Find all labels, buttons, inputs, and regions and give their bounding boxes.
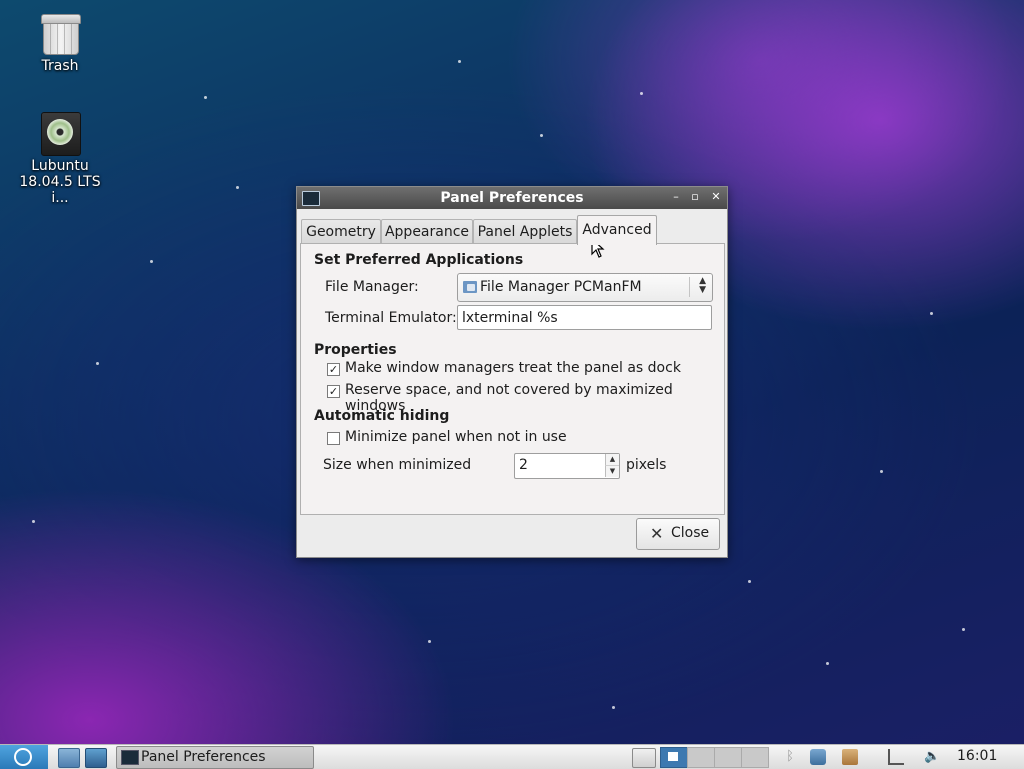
terminal-input[interactable]	[457, 305, 712, 330]
star	[150, 260, 153, 263]
desktop-icon-label: Trash	[41, 58, 79, 74]
star	[748, 580, 751, 583]
keyboard-layout-icon[interactable]	[888, 749, 904, 765]
tab-appearance[interactable]: Appearance	[381, 219, 473, 244]
file-manager-combo[interactable]: File Manager PCManFM ▲ ▼	[457, 273, 713, 302]
spin-up-icon[interactable]: ▲	[605, 454, 619, 466]
star	[204, 96, 207, 99]
star	[96, 362, 99, 365]
dock-checkbox[interactable]: ✓	[327, 363, 340, 376]
size-minimized-label: Size when minimized	[323, 457, 472, 473]
workspace-1[interactable]	[660, 747, 688, 768]
start-menu-button[interactable]	[0, 745, 48, 769]
dock-label: Make window managers treat the panel as …	[345, 360, 681, 376]
pixels-unit-label: pixels	[626, 457, 667, 473]
browser-launcher-icon[interactable]	[85, 748, 107, 768]
desktop-trash[interactable]: Trash	[10, 12, 110, 74]
size-minimized-value: 2	[519, 457, 528, 473]
chevron-updown-icon: ▲ ▼	[699, 276, 706, 295]
star	[236, 186, 239, 189]
reserve-space-checkbox[interactable]: ✓	[327, 385, 340, 398]
show-desktop-icon[interactable]	[632, 748, 656, 768]
star	[962, 628, 965, 631]
tab-panel-applets[interactable]: Panel Applets	[473, 219, 577, 244]
file-manager-launcher-icon[interactable]	[58, 748, 80, 768]
file-manager-label: File Manager:	[325, 279, 419, 295]
disc-icon	[39, 112, 81, 156]
network-icon[interactable]	[810, 749, 826, 765]
desktop-lubuntu-disc[interactable]: Lubuntu 18.04.5 LTS i...	[10, 112, 110, 206]
minimize-panel-checkbox[interactable]	[327, 432, 340, 445]
spin-down-icon[interactable]: ▼	[605, 466, 619, 477]
taskbar: Panel Preferences ᛒ 🔈 16:01	[0, 744, 1024, 769]
close-button-label: Close	[671, 525, 710, 541]
star	[880, 470, 883, 473]
star	[458, 60, 461, 63]
terminal-label: Terminal Emulator:	[325, 310, 457, 326]
combo-separator	[689, 277, 690, 297]
minimize-panel-label: Minimize panel when not in use	[345, 429, 567, 445]
minimize-icon[interactable]: –	[669, 190, 683, 204]
bluetooth-icon[interactable]: ᛒ	[782, 749, 798, 765]
panel-preferences-dialog: Panel Preferences – ▫ ✕ Geometry Appeara…	[296, 186, 728, 558]
star	[540, 134, 543, 137]
task-label: Panel Preferences	[141, 749, 266, 765]
window-title: Panel Preferences	[440, 190, 584, 206]
section-preferred-apps: Set Preferred Applications	[314, 252, 524, 268]
advanced-panel: Set Preferred Applications File Manager:…	[300, 243, 725, 515]
lubuntu-logo-icon	[14, 748, 32, 766]
tab-geometry[interactable]: Geometry	[301, 219, 381, 244]
maximize-icon[interactable]: ▫	[688, 190, 702, 204]
workspace-4[interactable]	[741, 747, 769, 768]
folder-icon	[463, 281, 477, 293]
workspace-3[interactable]	[714, 747, 742, 768]
star	[640, 92, 643, 95]
close-icon[interactable]: ✕	[709, 190, 723, 204]
workspace-2[interactable]	[687, 747, 715, 768]
star	[826, 662, 829, 665]
star	[428, 640, 431, 643]
star	[930, 312, 933, 315]
star	[32, 520, 35, 523]
task-panel-preferences[interactable]: Panel Preferences	[116, 746, 314, 769]
size-minimized-spinbox[interactable]: 2 ▲ ▼	[514, 453, 620, 479]
close-x-icon: ✕	[650, 524, 664, 543]
section-automatic-hiding: Automatic hiding	[314, 408, 450, 424]
star	[612, 706, 615, 709]
file-manager-value: File Manager PCManFM	[480, 279, 642, 295]
monitor-icon	[121, 750, 139, 765]
title-bar[interactable]: Panel Preferences – ▫ ✕	[297, 187, 727, 209]
trash-icon	[39, 12, 81, 55]
volume-icon[interactable]: 🔈	[924, 749, 940, 765]
tab-advanced[interactable]: Advanced	[577, 215, 657, 245]
section-properties: Properties	[314, 342, 397, 358]
clock[interactable]: 16:01	[957, 748, 997, 764]
clipboard-icon[interactable]	[842, 749, 858, 765]
desktop-icon-label: Lubuntu 18.04.5 LTS i...	[19, 158, 101, 206]
close-button[interactable]: ✕ Close	[636, 518, 720, 550]
